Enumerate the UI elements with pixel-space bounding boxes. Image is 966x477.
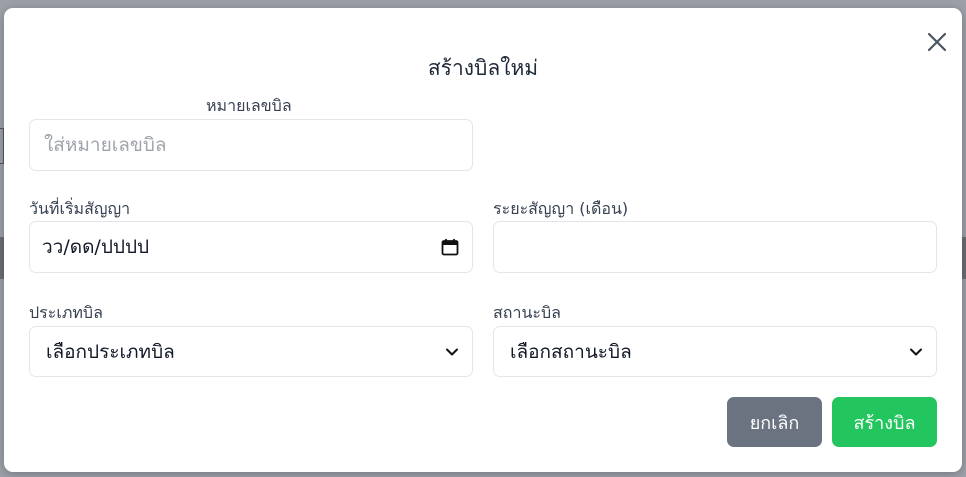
chevron-down-icon [442,342,462,362]
calendar-icon[interactable] [440,237,460,257]
bill-number-field[interactable] [29,119,473,171]
close-icon [927,32,947,52]
close-button[interactable] [925,30,949,54]
bill-type-label: ประเภทบิล [29,303,103,322]
contract-start-label: วันที่เริ่มสัญญา [29,199,131,218]
contract-period-input[interactable] [506,222,924,272]
contract-start-value: วว/ดด/ปปปป [42,236,150,258]
create-bill-modal: สร้างบิลใหม่ หมายเลขบิล วันที่เริ่มสัญญา… [4,8,962,472]
bill-status-label: สถานะบิล [493,303,561,322]
chevron-down-icon [906,342,926,362]
modal-title: สร้างบิลใหม่ [427,56,539,80]
bill-type-selected: เลือกประเภทบิล [46,340,175,363]
bill-number-label: หมายเลขบิล [206,96,292,115]
bill-type-select[interactable]: เลือกประเภทบิล [29,326,473,377]
bill-number-input[interactable] [42,120,460,170]
bill-status-select[interactable]: เลือกสถานะบิล [493,326,937,377]
cancel-button[interactable]: ยกเลิก [727,397,822,447]
create-bill-button[interactable]: สร้างบิล [832,397,937,447]
contract-start-date-input[interactable]: วว/ดด/ปปปป [29,221,473,273]
contract-period-label: ระยะสัญญา (เดือน) [493,199,629,218]
contract-period-field[interactable] [493,221,937,273]
bill-status-selected: เลือกสถานะบิล [510,340,632,363]
